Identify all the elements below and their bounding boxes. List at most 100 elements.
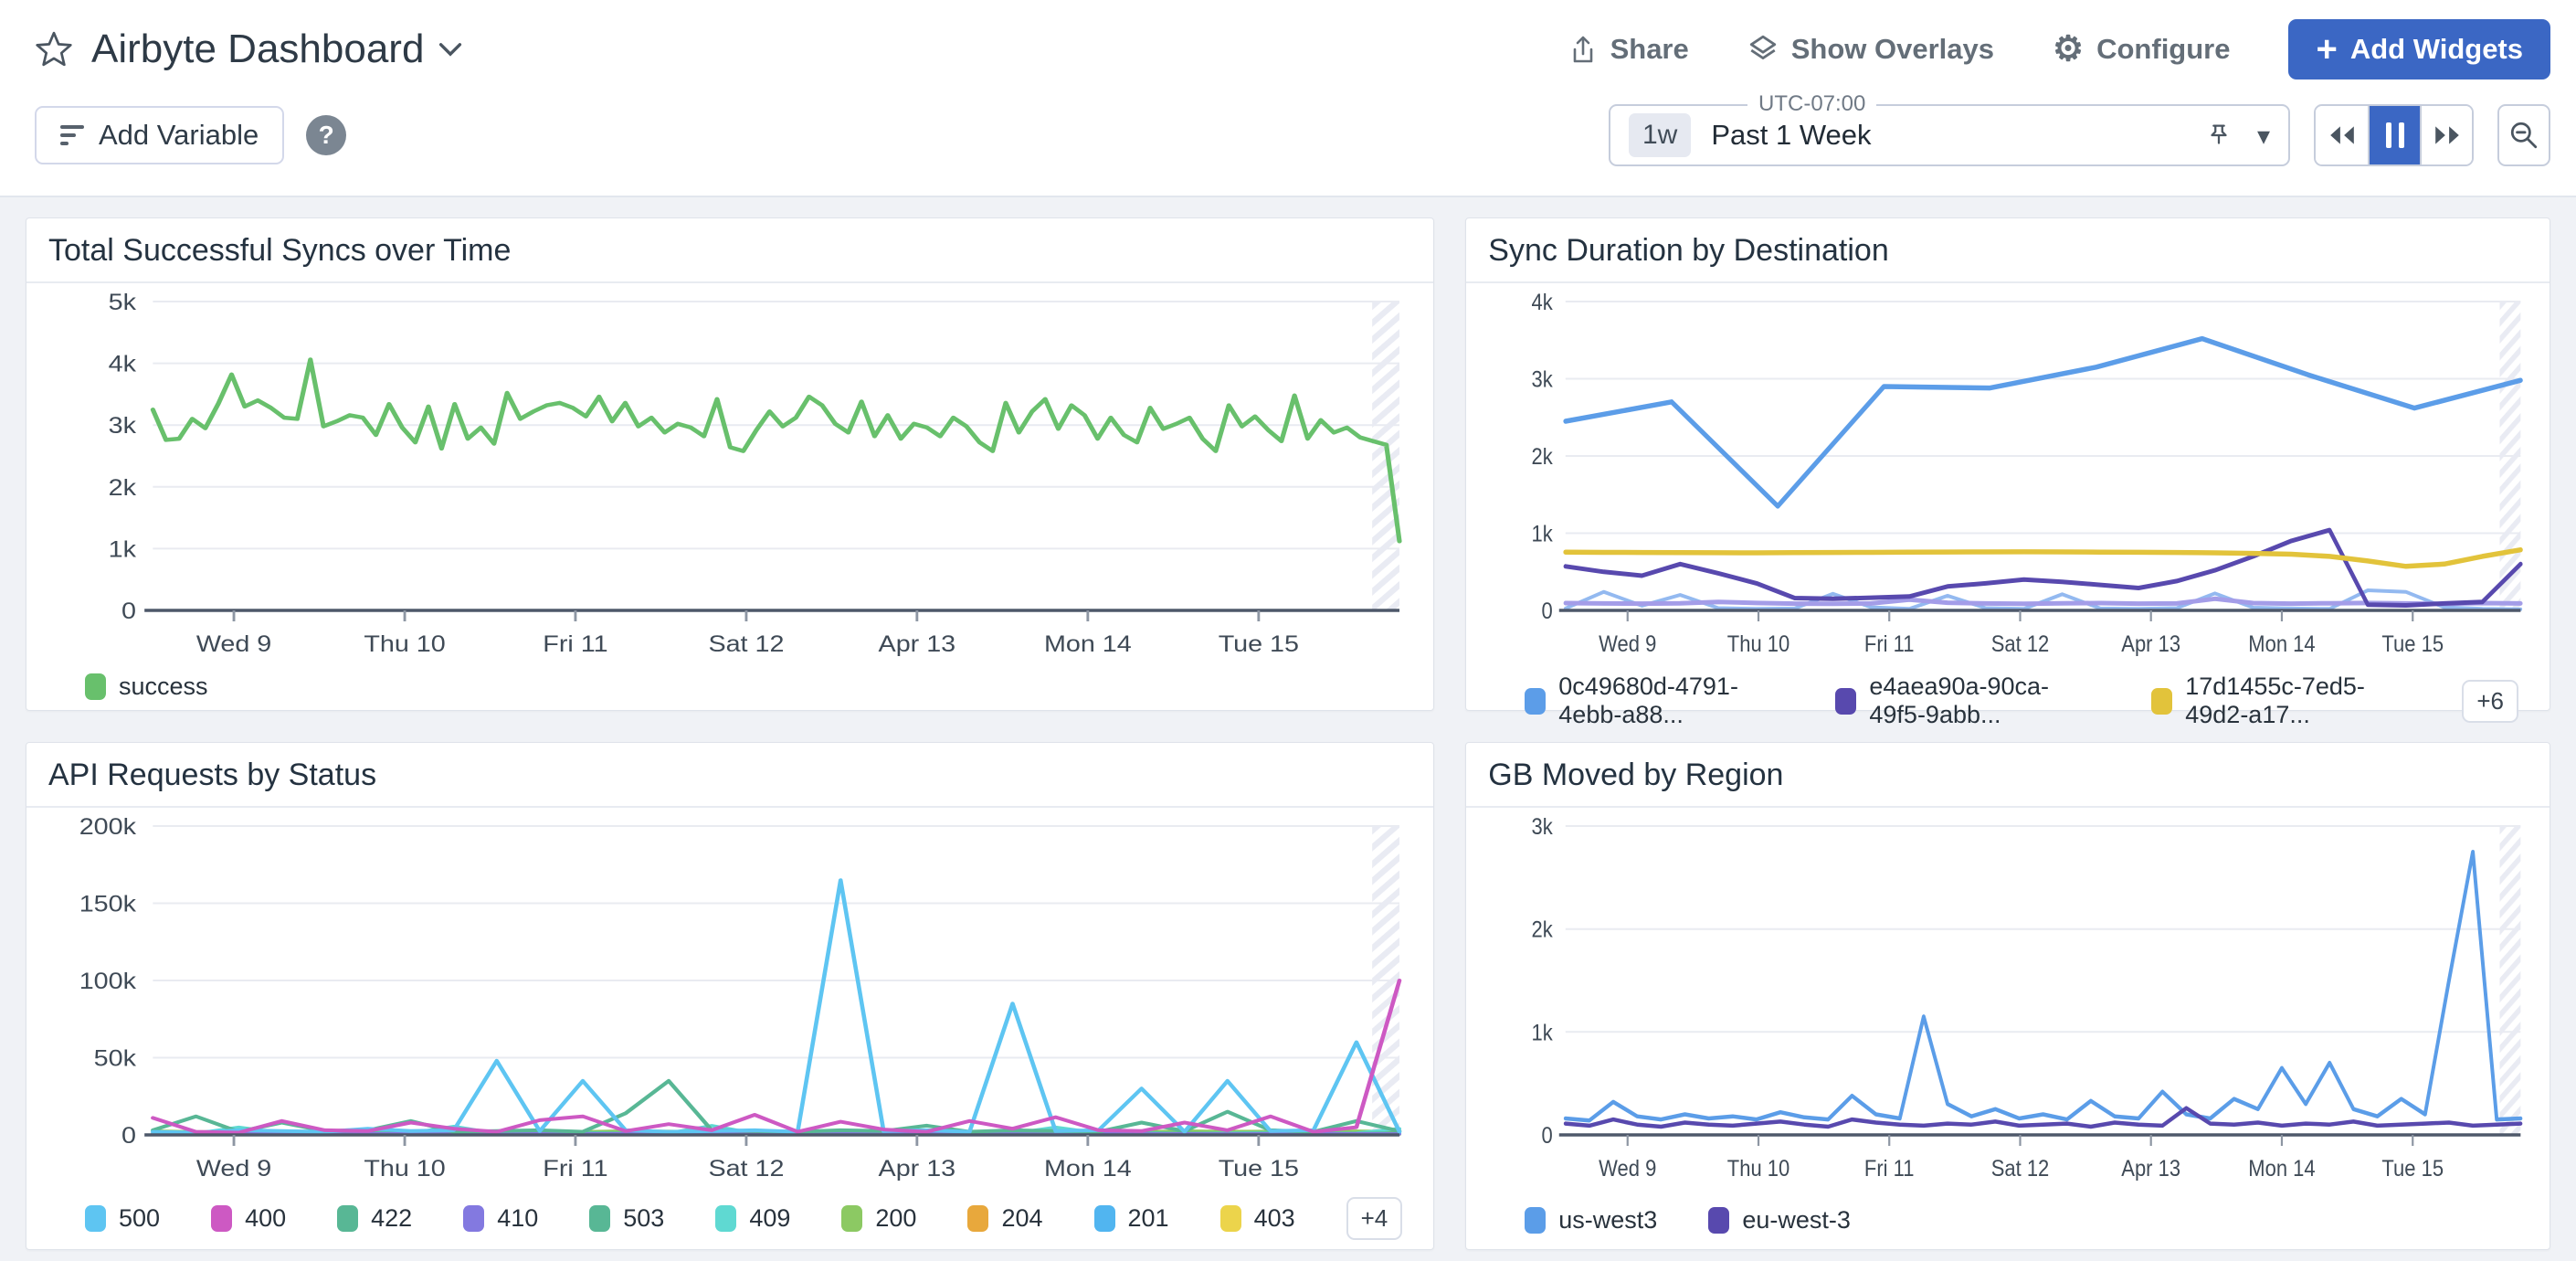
legend-item[interactable]: 201 [1094, 1204, 1169, 1233]
svg-text:150k: 150k [79, 891, 137, 917]
question-icon: ? [319, 121, 334, 150]
legend-swatch [211, 1205, 232, 1232]
legend-item[interactable]: 500 [85, 1204, 160, 1233]
chart-canvas-api-requests[interactable]: 050k100k150k200kWed 9Thu 10Fri 11Sat 12A… [26, 808, 1433, 1197]
legend-swatch [1525, 1207, 1546, 1234]
legend-item[interactable]: 409 [715, 1204, 790, 1233]
legend-label: 400 [245, 1204, 286, 1233]
help-button[interactable]: ? [306, 115, 346, 155]
svg-text:Apr 13: Apr 13 [879, 631, 956, 657]
configure-button[interactable]: ⚙ Configure [2053, 32, 2230, 67]
star-icon[interactable] [35, 30, 73, 69]
zoom-out-button[interactable] [2497, 104, 2550, 166]
legend-item[interactable]: 400 [211, 1204, 286, 1233]
legend-more-button[interactable]: +6 [2462, 680, 2518, 723]
svg-text:3k: 3k [1532, 814, 1553, 840]
legend-item[interactable]: 17d1455c-7ed5-49d2-a17... [2151, 673, 2411, 729]
svg-text:Sat 12: Sat 12 [1991, 631, 2050, 657]
legend-swatch [715, 1205, 736, 1232]
legend-label: 0c49680d-4791-4ebb-a88... [1558, 673, 1784, 729]
chart-canvas-sync-duration[interactable]: 01k2k3k4kWed 9Thu 10Fri 11Sat 12Apr 13Mo… [1466, 283, 2550, 673]
chart-legend: 0c49680d-4791-4ebb-a88... e4aea90a-90ca-4… [1466, 673, 2550, 744]
filter-icon [60, 125, 84, 145]
svg-text:Wed 9: Wed 9 [1599, 631, 1656, 657]
gear-icon: ⚙ [2053, 32, 2084, 67]
widget-sync-duration: Sync Duration by Destination 01k2k3k4kWe… [1465, 217, 2550, 711]
legend-swatch [463, 1205, 484, 1232]
legend-swatch [841, 1205, 862, 1232]
legend-item[interactable]: e4aea90a-90ca-49f5-9abb... [1835, 673, 2100, 729]
legend-swatch [1220, 1205, 1241, 1232]
timezone-label: UTC-07:00 [1747, 91, 1876, 117]
svg-text:2k: 2k [1532, 444, 1553, 470]
widget-title: Total Successful Syncs over Time [26, 218, 1433, 283]
legend-swatch [85, 1205, 106, 1232]
legend-item[interactable]: eu-west-3 [1708, 1206, 1851, 1235]
chart-canvas-gb-moved[interactable]: 01k2k3kWed 9Thu 10Fri 11Sat 12Apr 13Mon … [1466, 808, 2550, 1197]
time-range-chip[interactable]: 1w [1629, 113, 1691, 157]
chart-legend: 500 400 422 410 503 409 200 204 201 403 +4 [26, 1197, 1433, 1255]
pin-icon[interactable] [2204, 121, 2233, 150]
pause-button[interactable] [2368, 106, 2420, 164]
chart-legend: success [26, 673, 1433, 715]
svg-text:Thu 10: Thu 10 [364, 631, 445, 657]
legend-item[interactable]: success [85, 673, 208, 701]
header-actions: Share Show Overlays ⚙ Configure + Add Wi… [1568, 19, 2550, 79]
legend-label: e4aea90a-90ca-49f5-9abb... [1869, 673, 2100, 729]
pause-icon [2386, 122, 2404, 148]
svg-text:200k: 200k [79, 814, 137, 840]
legend-item[interactable]: 200 [841, 1204, 916, 1233]
legend-label: 409 [749, 1204, 790, 1233]
widget-gb-moved: GB Moved by Region 01k2k3kWed 9Thu 10Fri… [1465, 742, 2550, 1250]
time-controls: UTC-07:00 1w Past 1 Week ▾ [1609, 104, 2550, 166]
legend-swatch [85, 673, 106, 700]
add-widgets-button[interactable]: + Add Widgets [2288, 19, 2550, 79]
rewind-button[interactable] [2316, 106, 2368, 164]
svg-text:1k: 1k [109, 536, 137, 562]
legend-item[interactable]: 410 [463, 1204, 538, 1233]
add-variable-button[interactable]: Add Variable [35, 106, 284, 164]
chart-canvas-total-syncs[interactable]: 01k2k3k4k5kWed 9Thu 10Fri 11Sat 12Apr 13… [26, 283, 1433, 673]
svg-text:4k: 4k [109, 351, 137, 376]
share-button[interactable]: Share [1568, 33, 1689, 66]
svg-text:Wed 9: Wed 9 [196, 1156, 271, 1182]
legend-label: 403 [1254, 1204, 1295, 1233]
legend-item[interactable]: 422 [337, 1204, 412, 1233]
legend-item[interactable]: 503 [589, 1204, 664, 1233]
forward-button[interactable] [2420, 106, 2472, 164]
svg-text:Wed 9: Wed 9 [196, 631, 271, 657]
legend-item[interactable]: us-west3 [1525, 1206, 1657, 1235]
svg-text:2k: 2k [1532, 917, 1553, 942]
dashboard-grid: Total Successful Syncs over Time 01k2k3k… [0, 197, 2576, 1261]
legend-swatch [1525, 688, 1546, 715]
svg-text:Sat 12: Sat 12 [1991, 1156, 2050, 1182]
svg-text:Apr 13: Apr 13 [2122, 1156, 2181, 1182]
svg-text:Fri 11: Fri 11 [1864, 1156, 1915, 1182]
legend-item[interactable]: 403 [1220, 1204, 1295, 1233]
legend-item[interactable]: 204 [967, 1204, 1042, 1233]
legend-label: eu-west-3 [1742, 1206, 1851, 1235]
svg-text:Thu 10: Thu 10 [1727, 631, 1789, 657]
svg-text:3k: 3k [1532, 366, 1553, 392]
legend-more-button[interactable]: +4 [1346, 1197, 1403, 1240]
svg-text:1k: 1k [1532, 1020, 1553, 1045]
show-overlays-button[interactable]: Show Overlays [1747, 33, 1994, 66]
widget-title: API Requests by Status [26, 743, 1433, 808]
time-range-picker[interactable]: UTC-07:00 1w Past 1 Week ▾ [1609, 104, 2290, 166]
header-row-2: Add Variable ? UTC-07:00 1w Past 1 Week … [35, 93, 2550, 177]
svg-text:Tue 15: Tue 15 [2382, 1156, 2444, 1182]
legend-label: success [119, 673, 208, 701]
page-title: Airbyte Dashboard [91, 26, 424, 72]
legend-item[interactable]: 0c49680d-4791-4ebb-a88... [1525, 673, 1784, 729]
svg-text:Fri 11: Fri 11 [1864, 631, 1915, 657]
legend-label: 422 [371, 1204, 412, 1233]
svg-text:Sat 12: Sat 12 [708, 631, 784, 657]
svg-text:Fri 11: Fri 11 [543, 631, 607, 657]
legend-label: 17d1455c-7ed5-49d2-a17... [2185, 673, 2411, 729]
widget-title: GB Moved by Region [1466, 743, 2550, 808]
caret-down-icon[interactable]: ▾ [2257, 121, 2270, 151]
chevron-down-icon[interactable] [438, 42, 462, 57]
chart-legend: us-west3 eu-west-3 [1466, 1206, 2550, 1249]
legend-swatch [967, 1205, 988, 1232]
legend-label: 200 [875, 1204, 916, 1233]
